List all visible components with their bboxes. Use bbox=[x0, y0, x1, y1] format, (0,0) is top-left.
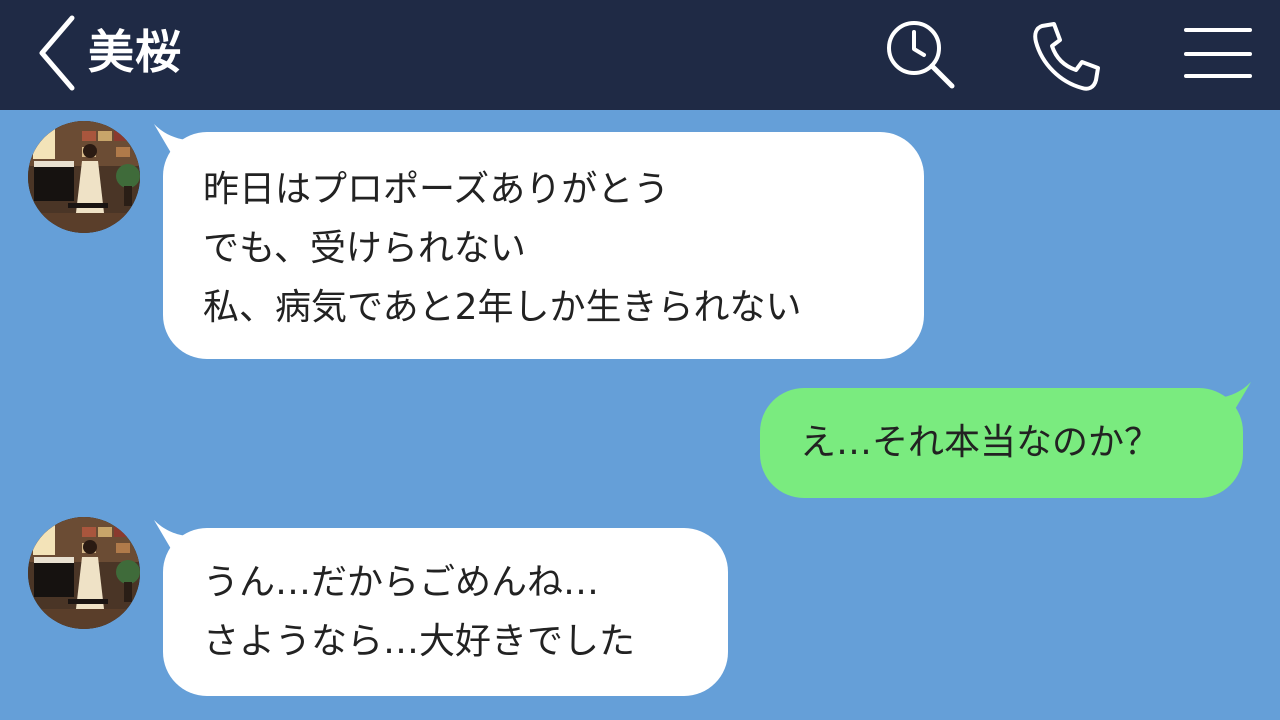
avatar[interactable] bbox=[28, 517, 140, 629]
message-text: さようなら…大好きでした bbox=[203, 621, 636, 662]
chat-header: 美桜 bbox=[0, 0, 1280, 110]
hamburger-menu-icon bbox=[1184, 28, 1252, 78]
message-text: でも、受けられない bbox=[203, 228, 526, 269]
message-text: 私、病気であと2年しか生きられない bbox=[203, 287, 802, 328]
message-text: 昨日はプロポーズありがとう bbox=[203, 169, 670, 210]
search-button[interactable] bbox=[882, 18, 958, 94]
search-icon bbox=[887, 21, 955, 89]
avatar[interactable] bbox=[28, 121, 140, 233]
avatar-image bbox=[28, 517, 140, 629]
chat-screen: 美桜 昨日はプロポーズありがとう でも、受けられない 私、病気であと2年しか生き… bbox=[0, 0, 1280, 720]
menu-button[interactable] bbox=[1180, 18, 1256, 94]
message-bubble-incoming[interactable]: うん…だからごめんね… さようなら…大好きでした bbox=[163, 528, 728, 696]
back-button[interactable] bbox=[30, 8, 86, 98]
phone-icon bbox=[1033, 22, 1100, 91]
chevron-left-icon bbox=[39, 15, 75, 91]
message-bubble-outgoing[interactable]: え…それ本当なのか？ bbox=[760, 388, 1243, 498]
call-button[interactable] bbox=[1028, 18, 1104, 94]
message-text: え…それ本当なのか？ bbox=[800, 422, 1161, 463]
message-text: うん…だからごめんね… bbox=[203, 562, 600, 603]
avatar-image bbox=[28, 121, 140, 233]
chat-title: 美桜 bbox=[88, 25, 182, 79]
message-bubble-incoming[interactable]: 昨日はプロポーズありがとう でも、受けられない 私、病気であと2年しか生きられな… bbox=[163, 132, 924, 359]
